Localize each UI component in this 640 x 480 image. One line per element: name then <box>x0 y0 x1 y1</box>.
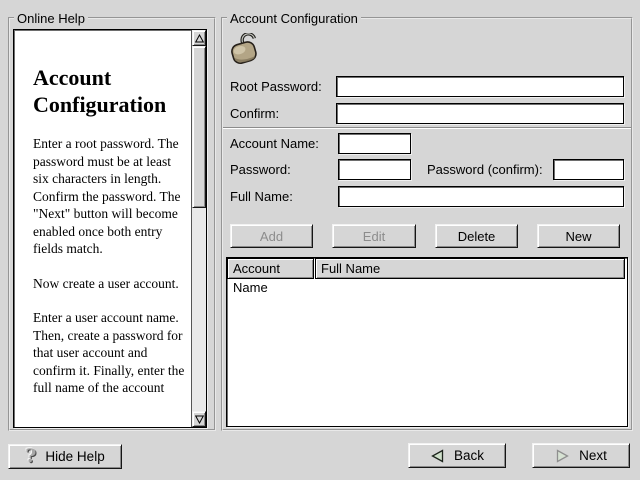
online-help-frame-label: Online Help <box>14 11 88 26</box>
back-button[interactable]: Back <box>408 443 506 468</box>
help-text: Account Configuration Enter a root passw… <box>14 30 191 427</box>
root-password-input[interactable] <box>336 76 624 97</box>
column-header-full-name[interactable]: Full Name <box>315 258 625 279</box>
installer-window: Online Help Account Configuration Enter … <box>0 0 640 480</box>
next-arrow-icon <box>555 449 570 463</box>
hide-help-label: Hide Help <box>45 449 104 464</box>
back-label: Back <box>454 448 484 463</box>
delete-button[interactable]: Delete <box>435 224 518 248</box>
question-mark-icon: ? <box>25 447 36 466</box>
confirm-label: Confirm: <box>230 103 279 124</box>
new-button[interactable]: New <box>537 224 620 248</box>
add-button[interactable]: Add <box>230 224 313 248</box>
back-arrow-icon <box>430 449 445 463</box>
edit-button[interactable]: Edit <box>332 224 416 248</box>
password-confirm-label: Password (confirm): <box>427 159 543 180</box>
password-label: Password: <box>230 159 291 180</box>
user-account-list[interactable]: Account Name Full Name <box>226 257 628 427</box>
root-password-label: Root Password: <box>230 76 322 97</box>
triangle-down-icon <box>195 415 204 424</box>
column-header-account-name[interactable]: Account Name <box>227 258 314 279</box>
help-scrollbar[interactable] <box>191 30 206 427</box>
separator <box>223 127 631 129</box>
confirm-password-input[interactable] <box>336 103 624 124</box>
help-paragraph: Enter a root password. The password must… <box>33 135 189 258</box>
help-viewport: Account Configuration Enter a root passw… <box>13 29 207 428</box>
next-label: Next <box>579 448 607 463</box>
account-configuration-frame-label: Account Configuration <box>227 11 361 26</box>
account-name-input[interactable] <box>338 133 411 154</box>
next-button[interactable]: Next <box>532 443 630 468</box>
hide-help-button[interactable]: ? Hide Help <box>8 444 122 469</box>
full-name-label: Full Name: <box>230 186 293 207</box>
password-confirm-input[interactable] <box>553 159 624 180</box>
list-header: Account Name Full Name <box>227 258 627 279</box>
full-name-input[interactable] <box>338 186 624 207</box>
help-heading: Account Configuration <box>33 64 185 118</box>
triangle-up-icon <box>195 34 204 43</box>
help-paragraph: Enter a user account name. Then, create … <box>33 309 189 397</box>
scrollbar-thumb[interactable] <box>192 46 206 208</box>
password-input[interactable] <box>338 159 411 180</box>
scroll-up-button[interactable] <box>192 30 206 46</box>
help-paragraph: Now create a user account. <box>33 275 189 293</box>
account-name-label: Account Name: <box>230 133 319 154</box>
padlock-icon <box>227 33 265 67</box>
scroll-down-button[interactable] <box>192 411 206 427</box>
